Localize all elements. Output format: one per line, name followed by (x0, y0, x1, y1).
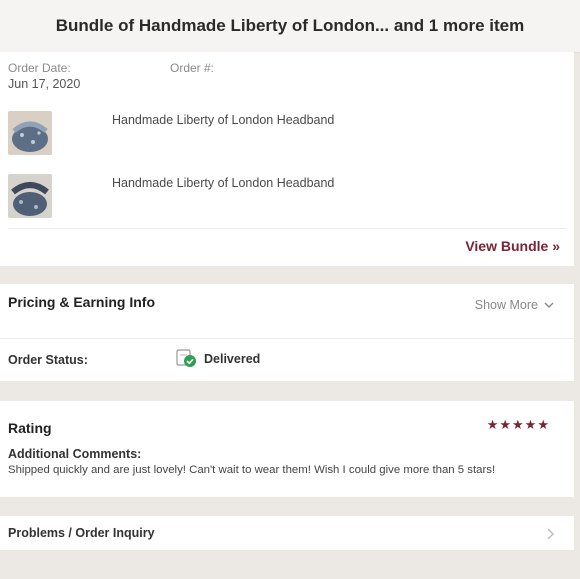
page-title: Bundle of Handmade Liberty of London... … (55, 16, 525, 35)
order-date-label: Order Date: (8, 61, 71, 75)
chevron-right-icon[interactable] (547, 527, 554, 545)
page-header: Bundle of Handmade Liberty of London... … (0, 0, 580, 53)
rating-title: Rating (8, 420, 52, 436)
additional-comments-label: Additional Comments: (8, 447, 142, 461)
show-more-button[interactable]: Show More (475, 296, 554, 314)
show-more-label: Show More (474, 298, 538, 312)
rating-stars: ★★★★★ (486, 417, 550, 432)
problems-section[interactable]: Problems / Order Inquiry (0, 516, 574, 550)
item-thumbnail[interactable] (8, 111, 52, 155)
item-thumbnail[interactable] (8, 174, 52, 218)
order-status-section: Order Status: Delivered (0, 339, 574, 381)
rating-comment: Shipped quickly and are just lovely! Can… (8, 464, 496, 476)
pricing-section[interactable]: Pricing & Earning Info Show More (0, 284, 574, 339)
order-number-label: Order #: (170, 61, 215, 75)
delivered-icon (176, 348, 198, 373)
problems-order-inquiry-link[interactable]: Problems / Order Inquiry (8, 526, 155, 540)
item-name[interactable]: Handmade Liberty of London Headband (112, 113, 334, 127)
order-date-value: Jun 17, 2020 (8, 77, 81, 91)
rating-section: Rating ★★★★★ Additional Comments: Shippe… (0, 401, 574, 497)
chevron-down-icon (544, 296, 554, 314)
order-details-card: Order Date: Jun 17, 2020 Order #: Handma… (0, 52, 574, 266)
item-name[interactable]: Handmade Liberty of London Headband (112, 176, 334, 190)
divider (8, 228, 566, 229)
order-status-value: Delivered (204, 352, 261, 366)
order-status-label: Order Status: (8, 353, 88, 367)
pricing-title: Pricing & Earning Info (8, 294, 156, 310)
view-bundle-link[interactable]: View Bundle » (465, 238, 560, 254)
